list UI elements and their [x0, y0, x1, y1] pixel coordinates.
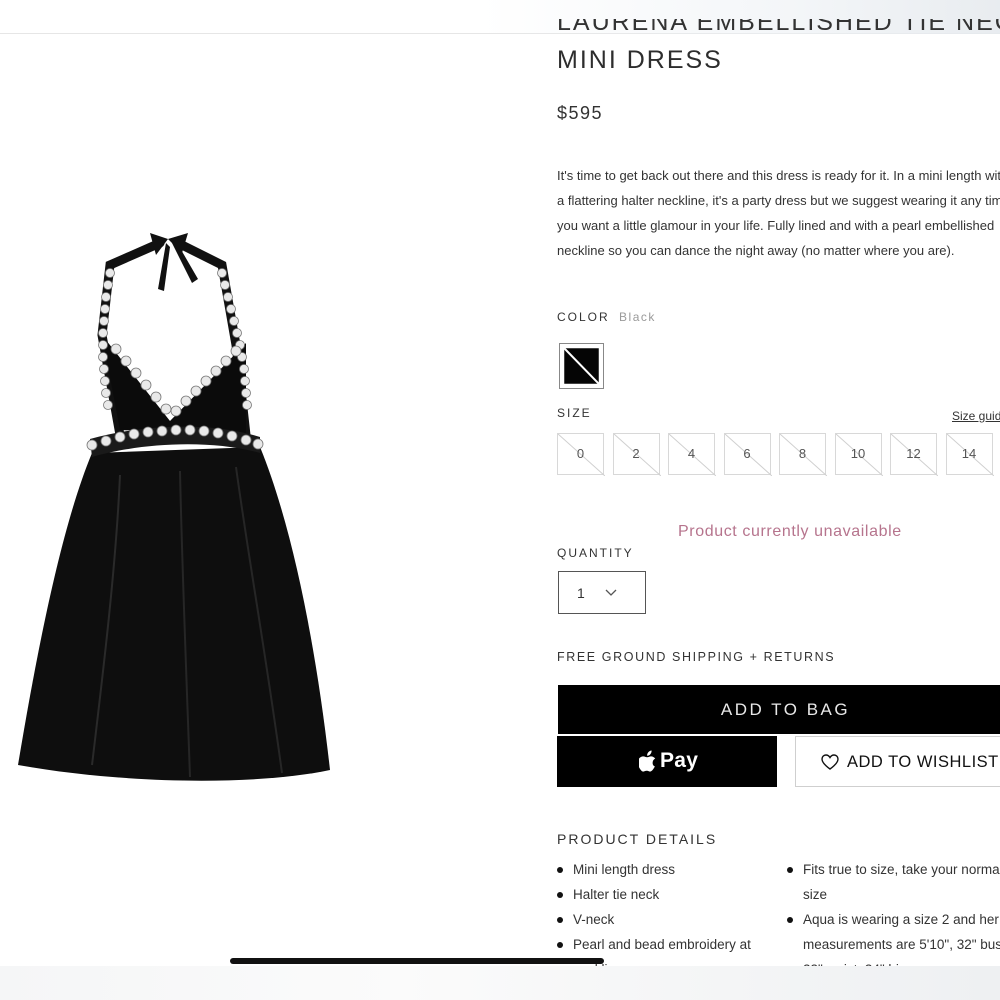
product-image — [10, 225, 340, 785]
bullet-icon — [557, 892, 563, 898]
bullet-icon — [557, 917, 563, 923]
size-option-label: 0 — [576, 446, 585, 461]
size-option[interactable]: 0 — [557, 433, 605, 476]
add-to-bag-label: ADD TO BAG — [720, 700, 851, 719]
size-option-label: 10 — [850, 446, 866, 461]
size-guide-link[interactable]: Size guide — [952, 409, 1000, 423]
bottom-bar — [0, 966, 1000, 1000]
add-to-wishlist-label: ADD TO WISHLIST — [847, 753, 999, 771]
size-option[interactable]: 14 — [945, 433, 994, 476]
product-detail-item: Mini length dress — [557, 857, 777, 882]
size-label: SIZE — [557, 406, 592, 420]
product-detail-item: Fits true to size, take your normal size — [787, 857, 1000, 907]
size-option-label: 4 — [687, 446, 696, 461]
product-description: It's time to get back out there and this… — [557, 168, 1000, 258]
product-detail-item: V-neck — [557, 907, 777, 932]
quantity-select[interactable]: 1 — [558, 571, 646, 614]
bullet-icon — [787, 867, 793, 873]
apple-pay-label: Pay — [660, 749, 699, 772]
apple-logo-icon — [639, 750, 656, 772]
add-to-bag-button[interactable]: ADD TO BAG — [558, 685, 1000, 734]
color-label-text: COLOR — [557, 310, 610, 324]
product-detail-item: Halter tie neck — [557, 882, 777, 907]
home-indicator — [230, 958, 604, 964]
product-detail-item: Aqua is wearing a size 2 and her measure… — [787, 907, 1000, 966]
swatch-selected-slash-icon — [563, 347, 600, 385]
apple-pay-button[interactable]: Pay — [557, 736, 777, 787]
size-option[interactable]: 10 — [834, 433, 883, 476]
product-detail-text: Mini length dress — [573, 862, 676, 877]
product-title-partial: LAURENA EMBELLISHED TIE NECK — [557, 19, 1000, 35]
product-detail-text: Fits true to size, take your normal size — [803, 862, 1000, 902]
product-details-heading: PRODUCT DETAILS — [557, 831, 718, 847]
add-to-wishlist-button[interactable]: ADD TO WISHLIST — [795, 736, 1000, 787]
size-option[interactable]: 2 — [612, 433, 661, 476]
bullet-icon — [787, 917, 793, 923]
quantity-value: 1 — [577, 585, 585, 601]
size-option-label: 12 — [906, 446, 921, 461]
size-option[interactable]: 8 — [779, 433, 827, 476]
size-option[interactable]: 4 — [668, 433, 716, 476]
bullet-icon — [557, 867, 563, 873]
product-details-list-left: Mini length dress Halter tie neck V-neck Pe… — [557, 857, 777, 966]
size-option[interactable]: 12 — [890, 433, 938, 476]
swatch-fill — [563, 347, 600, 385]
shipping-note: FREE GROUND SHIPPING + RETURNS — [557, 650, 836, 664]
size-option-label: 14 — [961, 446, 977, 461]
product-title: MINI DRESS — [557, 46, 723, 74]
quantity-label: QUANTITY — [557, 546, 634, 560]
size-option[interactable]: 6 — [723, 433, 772, 476]
product-info-column: LAURENA EMBELLISHED TIE NECK MINI DRESS … — [557, 0, 1000, 966]
product-detail-text: Aqua is wearing a size 2 and her measure… — [803, 912, 1000, 966]
availability-message: Product currently unavailable — [678, 523, 902, 540]
bullet-icon — [557, 942, 563, 948]
color-label: COLOR Black — [557, 310, 656, 324]
product-detail-text: V-neck — [573, 912, 615, 927]
color-selected-value: Black — [619, 310, 656, 324]
size-option-label: 2 — [632, 446, 640, 461]
chevron-down-icon — [605, 589, 617, 596]
heart-icon — [821, 754, 839, 770]
size-option-label: 8 — [798, 446, 807, 461]
product-details-list-right: Fits true to size, take your normal size… — [787, 857, 1000, 966]
size-option-label: 6 — [743, 446, 751, 461]
product-detail-text: Halter tie neck — [573, 887, 660, 902]
apple-pay-content: Pay — [639, 748, 698, 774]
color-swatch-black[interactable] — [559, 343, 604, 389]
product-price: $595 — [557, 103, 604, 123]
